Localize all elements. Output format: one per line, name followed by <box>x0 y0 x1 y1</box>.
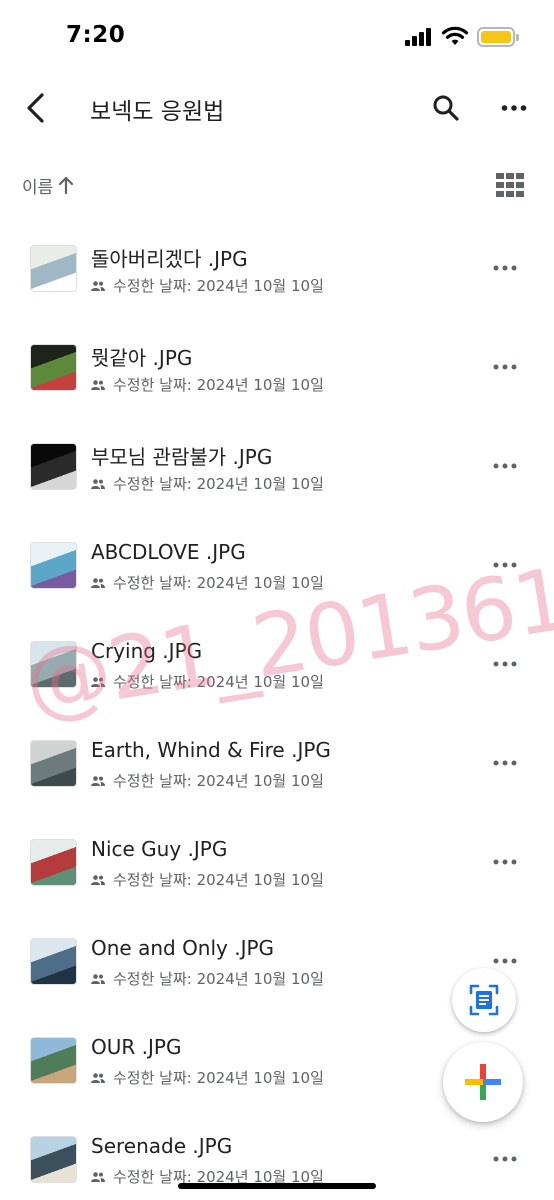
more-horizontal-icon <box>493 562 517 568</box>
file-meta: 수정한 날짜: 2024년 10월 10일 <box>91 275 324 296</box>
home-indicator[interactable] <box>178 1183 376 1189</box>
file-meta: 수정한 날짜: 2024년 10월 10일 <box>91 671 324 692</box>
shared-people-icon <box>91 775 105 786</box>
file-more-button[interactable] <box>485 250 525 286</box>
file-modified-date: 수정한 날짜: 2024년 10월 10일 <box>113 871 324 889</box>
file-more-button[interactable] <box>485 844 525 880</box>
file-meta: 수정한 날짜: 2024년 10월 10일 <box>91 770 324 791</box>
shared-people-icon <box>91 1072 105 1083</box>
page-title: 보넥도 응원법 <box>90 99 225 125</box>
battery-level <box>481 31 511 43</box>
file-name: 뭣같아 .JPG <box>91 346 193 370</box>
shared-people-icon <box>91 973 105 984</box>
status-time: 7:20 <box>66 22 126 48</box>
file-name: Nice Guy .JPG <box>91 837 228 861</box>
more-horizontal-icon <box>493 859 517 865</box>
file-name: 돌아버리겠다 .JPG <box>91 247 248 271</box>
search-button[interactable] <box>426 88 466 128</box>
more-options-button[interactable] <box>494 88 534 128</box>
more-horizontal-icon <box>493 661 517 667</box>
shared-people-icon <box>91 676 105 687</box>
file-more-button[interactable] <box>485 745 525 781</box>
back-button[interactable] <box>16 88 56 128</box>
file-thumbnail <box>30 542 77 589</box>
sort-by-name-button[interactable]: 이름 <box>22 172 75 198</box>
new-item-button[interactable] <box>443 1042 523 1122</box>
shared-people-icon <box>91 1171 105 1182</box>
file-meta: 수정한 날짜: 2024년 10월 10일 <box>91 869 324 890</box>
battery-icon <box>477 27 519 47</box>
app-bar: 보넥도 응원법 <box>0 72 554 144</box>
file-name: Serenade .JPG <box>91 1134 233 1158</box>
file-modified-date: 수정한 날짜: 2024년 10월 10일 <box>113 673 324 691</box>
shared-people-icon <box>91 280 105 291</box>
shared-people-icon <box>91 379 105 390</box>
file-name: OUR .JPG <box>91 1035 182 1059</box>
file-meta: 수정한 날짜: 2024년 10월 10일 <box>91 968 324 989</box>
file-more-button[interactable] <box>485 1141 525 1177</box>
file-row[interactable]: Earth, Whind & Fire .JPG 수정한 날짜: 2024년 1… <box>0 715 554 814</box>
file-name: One and Only .JPG <box>91 936 275 960</box>
file-modified-date: 수정한 날짜: 2024년 10월 10일 <box>113 772 324 790</box>
file-modified-date: 수정한 날짜: 2024년 10월 10일 <box>113 1069 324 1087</box>
arrow-up-icon <box>59 176 74 195</box>
file-name: Crying .JPG <box>91 639 203 663</box>
shared-people-icon <box>91 478 105 489</box>
file-name: 부모님 관람불가 .JPG <box>91 445 273 469</box>
file-thumbnail <box>30 443 77 490</box>
file-modified-date: 수정한 날짜: 2024년 10월 10일 <box>113 376 324 394</box>
file-row[interactable]: ABCDLOVE .JPG 수정한 날짜: 2024년 10월 10일 <box>0 517 554 616</box>
file-meta: 수정한 날짜: 2024년 10월 10일 <box>91 374 324 395</box>
file-more-button[interactable] <box>485 646 525 682</box>
more-horizontal-icon <box>493 958 517 964</box>
file-modified-date: 수정한 날짜: 2024년 10월 10일 <box>113 970 324 988</box>
view-toggle-button[interactable] <box>490 168 530 202</box>
file-modified-date: 수정한 날짜: 2024년 10월 10일 <box>113 277 324 295</box>
file-thumbnail <box>30 740 77 787</box>
file-row[interactable]: 돌아버리겠다 .JPG 수정한 날짜: 2024년 10월 10일 <box>0 220 554 319</box>
file-row[interactable]: Crying .JPG 수정한 날짜: 2024년 10월 10일 <box>0 616 554 715</box>
sort-label: 이름 <box>22 177 54 198</box>
wifi-icon <box>441 25 469 47</box>
file-thumbnail <box>30 938 77 985</box>
file-thumbnail <box>30 1136 77 1183</box>
file-meta: 수정한 날짜: 2024년 10월 10일 <box>91 473 324 494</box>
sort-row: 이름 <box>0 160 554 208</box>
chevron-left-icon <box>27 93 44 123</box>
file-name: ABCDLOVE .JPG <box>91 540 246 564</box>
status-bar: 7:20 <box>0 0 554 72</box>
grid-view-icon <box>496 173 524 197</box>
more-horizontal-icon <box>493 760 517 766</box>
file-more-button[interactable] <box>485 448 525 484</box>
file-more-button[interactable] <box>485 547 525 583</box>
file-thumbnail <box>30 641 77 688</box>
shared-people-icon <box>91 874 105 885</box>
file-thumbnail <box>30 839 77 886</box>
scan-document-button[interactable] <box>452 968 516 1032</box>
file-row[interactable]: Nice Guy .JPG 수정한 날짜: 2024년 10월 10일 <box>0 814 554 913</box>
more-horizontal-icon <box>493 364 517 370</box>
file-meta: 수정한 날짜: 2024년 10월 10일 <box>91 572 324 593</box>
file-more-button[interactable] <box>485 349 525 385</box>
search-icon <box>433 95 459 121</box>
file-modified-date: 수정한 날짜: 2024년 10월 10일 <box>113 574 324 592</box>
file-thumbnail <box>30 245 77 292</box>
file-row[interactable]: 뭣같아 .JPG 수정한 날짜: 2024년 10월 10일 <box>0 319 554 418</box>
file-row[interactable]: 부모님 관람불가 .JPG 수정한 날짜: 2024년 10월 10일 <box>0 418 554 517</box>
file-name: Earth, Whind & Fire .JPG <box>91 738 331 762</box>
plus-icon <box>465 1064 501 1100</box>
document-scan-icon <box>469 984 499 1016</box>
more-horizontal-icon <box>501 105 527 111</box>
cellular-signal-icon <box>405 28 433 46</box>
more-horizontal-icon <box>493 463 517 469</box>
shared-people-icon <box>91 577 105 588</box>
file-modified-date: 수정한 날짜: 2024년 10월 10일 <box>113 475 324 493</box>
file-thumbnail <box>30 1037 77 1084</box>
file-meta: 수정한 날짜: 2024년 10월 10일 <box>91 1067 324 1088</box>
more-horizontal-icon <box>493 265 517 271</box>
more-horizontal-icon <box>493 1156 517 1162</box>
file-thumbnail <box>30 344 77 391</box>
